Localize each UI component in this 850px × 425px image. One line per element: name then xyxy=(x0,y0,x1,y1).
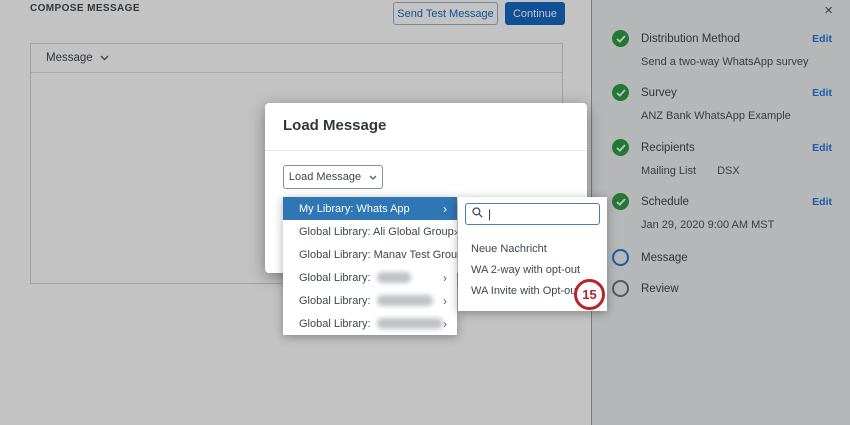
message-type-label: Message xyxy=(46,52,93,64)
submenu-item-wa-invite[interactable]: WA Invite with Opt-out xyxy=(471,284,579,299)
menu-item-my-library-whats-app[interactable]: My Library: Whats App › xyxy=(283,197,457,220)
chevron-right-icon: › xyxy=(443,201,447,216)
check-circle-icon xyxy=(612,193,629,210)
sidebar-step-survey: Survey xyxy=(641,87,677,99)
library-dropdown-menu: My Library: Whats App › Global Library: … xyxy=(283,197,467,335)
redacted-text xyxy=(376,272,411,283)
current-step-circle-icon xyxy=(612,249,629,266)
menu-item-label: Global Library: Ali Global Group xyxy=(299,225,454,238)
chevron-down-icon xyxy=(100,55,109,61)
continue-button[interactable]: Continue xyxy=(505,2,565,25)
recipients-detail: Mailing List DSX xyxy=(641,163,740,179)
page-title: COMPOSE MESSAGE xyxy=(30,3,140,14)
menu-item-global-library-manav[interactable]: Global Library: Manav Test Group › xyxy=(283,243,467,266)
sidebar-step-review: Review xyxy=(641,283,679,295)
chevron-right-icon: › xyxy=(443,293,447,308)
search-icon xyxy=(472,205,483,223)
check-circle-icon xyxy=(612,84,629,101)
chevron-right-icon: › xyxy=(443,316,447,331)
sidebar-step-schedule: Schedule xyxy=(641,196,689,208)
check-circle-icon xyxy=(612,139,629,156)
chevron-down-icon xyxy=(369,175,377,180)
distribution-method-detail: Send a two-way WhatsApp survey xyxy=(641,56,809,68)
dialog-title: Load Message xyxy=(283,117,387,134)
menu-item-global-library-redacted-3[interactable]: Global Library: › xyxy=(283,312,457,335)
edit-recipients-link[interactable]: Edit xyxy=(812,140,832,156)
check-circle-icon xyxy=(612,30,629,47)
sidebar-step-message: Message xyxy=(641,252,688,264)
continue-label: Continue xyxy=(512,7,558,20)
schedule-detail: Jan 29, 2020 9:00 AM MST xyxy=(641,219,775,231)
close-icon[interactable]: × xyxy=(824,2,833,20)
submenu-search-input[interactable]: | xyxy=(465,203,600,225)
send-test-message-label: Send Test Message xyxy=(397,7,494,20)
mailing-list-label: Mailing List xyxy=(641,165,697,177)
menu-item-label: Global Library: Manav Test Group xyxy=(299,248,464,261)
redacted-text xyxy=(376,318,443,329)
menu-item-label: Global Library: xyxy=(299,317,371,330)
load-message-dropdown-button[interactable]: Load Message xyxy=(283,165,383,189)
dialog-header-divider xyxy=(265,150,587,151)
text-cursor: | xyxy=(488,207,492,221)
sidebar-step-recipients: Recipients xyxy=(641,142,695,154)
menu-item-global-library-redacted-2[interactable]: Global Library: › xyxy=(283,289,457,312)
edit-schedule-link[interactable]: Edit xyxy=(812,194,832,210)
callout-number-badge: 15 xyxy=(574,279,605,310)
menu-item-label: Global Library: xyxy=(299,294,371,307)
message-type-dropdown[interactable]: Message xyxy=(31,44,562,73)
send-test-message-button[interactable]: Send Test Message xyxy=(393,2,498,25)
menu-item-label: My Library: Whats App xyxy=(299,202,410,215)
compose-message-screen: COMPOSE MESSAGE Send Test Message Contin… xyxy=(0,0,850,425)
edit-survey-link[interactable]: Edit xyxy=(812,85,832,101)
survey-detail: ANZ Bank WhatsApp Example xyxy=(641,110,791,122)
distribution-steps-sidebar: × Distribution Method Edit Send a two-wa… xyxy=(591,0,850,425)
sidebar-step-distribution-method: Distribution Method xyxy=(641,33,741,45)
edit-distribution-method-link[interactable]: Edit xyxy=(812,31,832,47)
mailing-list-value: DSX xyxy=(717,165,740,177)
chevron-right-icon: › xyxy=(443,270,447,285)
load-message-button-label: Load Message xyxy=(288,171,362,183)
pending-step-circle-icon xyxy=(612,280,629,297)
menu-item-label: Global Library: xyxy=(299,271,371,284)
menu-item-global-library-redacted-1[interactable]: Global Library: › xyxy=(283,266,457,289)
menu-item-global-library-ali[interactable]: Global Library: Ali Global Group › xyxy=(283,220,458,243)
redacted-text xyxy=(376,295,433,306)
submenu-item-wa-2-way[interactable]: WA 2-way with opt-out xyxy=(471,263,580,278)
submenu-item-neue-nachricht[interactable]: Neue Nachricht xyxy=(471,242,547,257)
